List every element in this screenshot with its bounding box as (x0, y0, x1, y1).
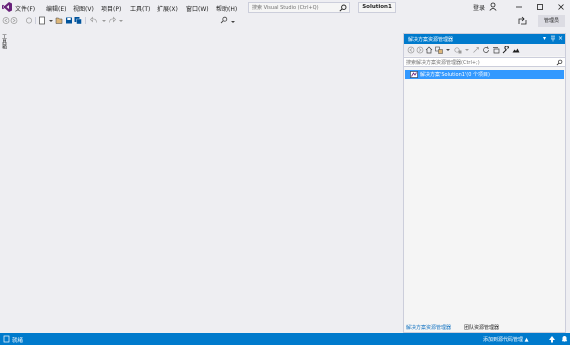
menu-edit[interactable]: 编辑(E) (46, 4, 66, 13)
toolbox-tab-label: 工具箱 (1, 34, 7, 49)
solution-explorer-search[interactable]: 搜索解决方案资源管理器(Ctrl+;) (404, 57, 565, 67)
forward-icon[interactable] (416, 46, 424, 54)
visual-studio-logo-icon[interactable] (2, 2, 12, 12)
redo-icon[interactable] (108, 16, 116, 25)
solution-tree-item-label: 解决方案'Solution1'(0 个项目) (420, 72, 490, 78)
account-person-icon[interactable] (489, 2, 497, 11)
add-to-source-control-button[interactable]: 添加到源代码管理 ▲ (483, 336, 528, 343)
window-position-icon[interactable]: ▾ (541, 35, 548, 43)
toolbar-overflow-icon[interactable] (229, 16, 237, 25)
solution-explorer-search-placeholder: 搜索解决方案资源管理器(Ctrl+;) (406, 60, 480, 66)
status-ready-text: 就绪 (12, 338, 24, 344)
admin-badge-button[interactable]: 管理员 (538, 15, 565, 27)
sync-icon[interactable] (472, 46, 480, 54)
sign-in-link[interactable]: 登录 (473, 3, 485, 12)
live-share-icon[interactable] (518, 16, 528, 25)
solution-explorer-panel: 解决方案资源管理器 ▾ × 搜索解决方案资源管理器(Ctrl+;) 解决方案'S… (403, 33, 566, 333)
solution-icon (410, 71, 418, 78)
solution-tree-item[interactable]: 解决方案'Solution1'(0 个项目) (405, 70, 564, 79)
close-icon[interactable] (556, 2, 566, 12)
quick-launch-search[interactable]: 搜索 Visual Studio (Ctrl+Q) (248, 2, 350, 13)
maximize-icon[interactable] (535, 2, 545, 12)
toolbox-side-tab[interactable]: 工具箱 (1, 34, 8, 52)
minimize-icon[interactable] (514, 2, 524, 12)
menu-help[interactable]: 帮助(H) (216, 4, 237, 13)
solution-explorer-title-bar: 解决方案资源管理器 ▾ × (404, 34, 565, 44)
back-icon[interactable] (2, 16, 10, 25)
menu-file[interactable]: 文件(F) (15, 4, 35, 13)
menu-window[interactable]: 窗口(W) (186, 4, 209, 13)
dropdown-arrow-icon[interactable] (463, 46, 471, 54)
title-bar: 文件(F) 编辑(E) 视图(V) 项目(P) 工具(T) 扩展(X) 窗口(W… (0, 0, 570, 15)
close-panel-icon[interactable]: × (557, 35, 564, 43)
open-file-icon[interactable] (55, 16, 63, 25)
search-placeholder: 搜索 Visual Studio (Ctrl+Q) (252, 5, 319, 11)
solution-name-badge: Solution1 (358, 2, 396, 13)
solution-explorer-title: 解决方案资源管理器 (408, 37, 454, 43)
dropdown-arrow-icon[interactable] (100, 16, 108, 25)
menu-view[interactable]: 视图(V) (73, 4, 94, 13)
tab-solution-explorer[interactable]: 解决方案资源管理器 (406, 324, 451, 331)
new-project-icon[interactable] (38, 16, 46, 25)
toolbar-separator (35, 17, 36, 24)
save-all-icon[interactable] (74, 16, 82, 25)
solution-explorer-bottom-tabs: 解决方案资源管理器 团队资源管理器 (404, 322, 565, 332)
dropdown-arrow-icon[interactable] (444, 46, 452, 54)
menu-tools[interactable]: 工具(T) (130, 4, 150, 13)
undo-icon[interactable] (90, 16, 98, 25)
toolbar-separator (85, 17, 86, 24)
pending-changes-filter-icon[interactable] (454, 46, 462, 54)
save-icon[interactable] (65, 16, 73, 25)
back-icon[interactable] (407, 46, 415, 54)
attach-search-icon[interactable] (220, 16, 228, 25)
dropdown-arrow-icon[interactable] (117, 16, 125, 25)
properties-wrench-icon[interactable] (502, 46, 510, 54)
menu-extensions[interactable]: 扩展(X) (157, 4, 178, 13)
dropdown-arrow-icon[interactable] (47, 16, 55, 25)
tab-team-explorer[interactable]: 团队资源管理器 (464, 324, 499, 331)
notifications-bell-icon[interactable] (561, 335, 568, 343)
pin-icon[interactable] (549, 35, 556, 43)
switch-views-icon[interactable] (435, 46, 443, 54)
search-icon[interactable] (556, 59, 563, 66)
collapse-all-icon[interactable] (492, 46, 500, 54)
refresh-icon[interactable] (482, 46, 490, 54)
forward-icon[interactable] (10, 16, 18, 25)
status-ready-icon (3, 335, 10, 343)
navigate-icon[interactable] (25, 16, 33, 25)
publish-up-arrow-icon[interactable] (548, 335, 556, 343)
preview-selected-icon[interactable] (512, 46, 520, 54)
search-icon[interactable] (339, 4, 347, 12)
menu-project[interactable]: 项目(P) (101, 4, 121, 13)
status-bar: 就绪 添加到源代码管理 ▲ (0, 333, 570, 345)
home-icon[interactable] (425, 46, 433, 54)
